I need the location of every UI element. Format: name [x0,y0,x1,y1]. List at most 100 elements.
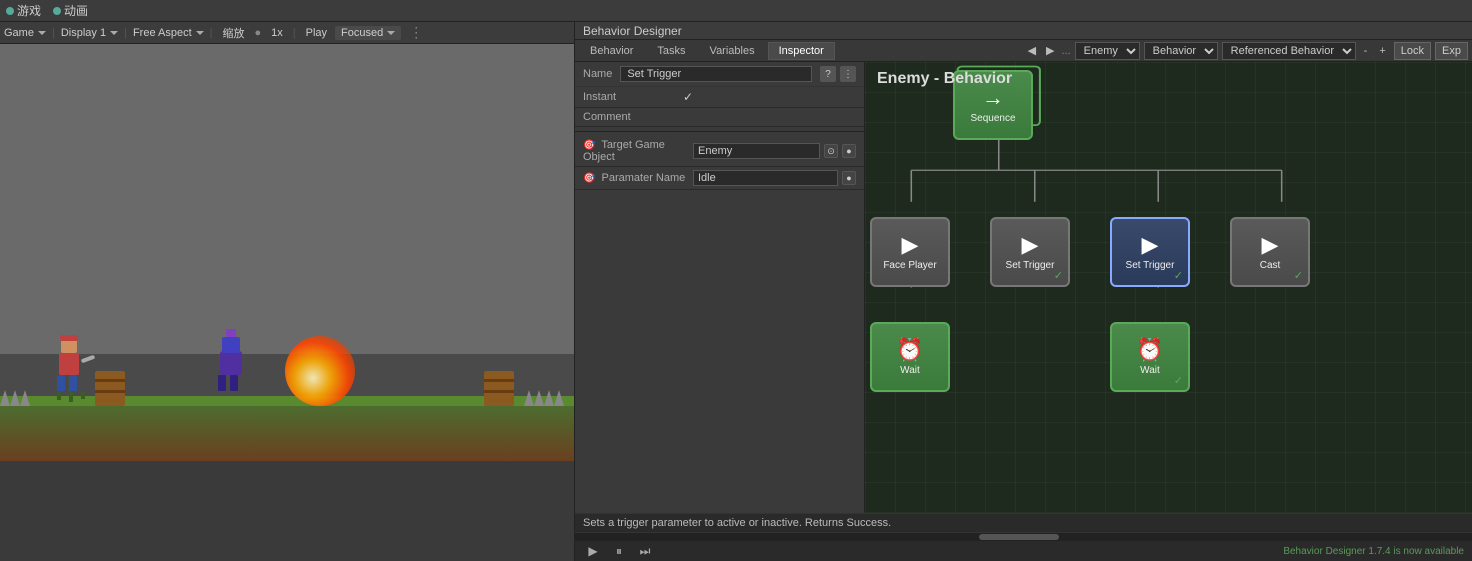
set-trigger-2-body: ▶ Set Trigger ✓ [1110,217,1190,287]
face-player-label: Face Player [883,260,936,271]
minus-btn[interactable]: - [1360,45,1372,57]
play-button[interactable]: ▶ [583,543,603,559]
set-trigger-2-icon: ▶ [1142,234,1159,256]
wait-1-icon: ⏰ [896,339,923,361]
sequence-icon: → [982,87,1004,109]
node-face-player[interactable]: ▶ Face Player [870,217,950,287]
param-value[interactable]: Idle [693,170,838,186]
graph-title: Enemy - Behavior [877,70,1012,88]
game-dropdown-arrow [38,31,46,35]
target-value[interactable]: Enemy [693,143,820,159]
tab-behavior[interactable]: Behavior [579,42,644,60]
lock-button[interactable]: Lock [1394,42,1431,60]
node-name-row: Name ? ⋮ [575,62,864,87]
aspect-arrow [196,31,204,35]
cast-body: ▶ Cast ✓ [1230,217,1310,287]
display-dropdown[interactable]: Display 1 [61,27,118,39]
more-options[interactable]: ⋮ [405,24,423,41]
graph-panel[interactable]: Enemy - Behavior [865,62,1472,513]
enemy-selector[interactable]: Enemy [1075,42,1140,60]
divider [575,131,864,132]
focused-dropdown[interactable]: Focused [335,26,401,40]
tab-inspector[interactable]: Inspector [768,42,835,60]
barricade-right [484,371,514,406]
status-bar: Sets a trigger parameter to active or in… [575,514,1472,533]
node-wait-1[interactable]: ⏰ Wait [870,322,950,392]
right-panel: Behavior Designer Behavior Tasks Variabl… [575,22,1472,561]
aspect-dropdown[interactable]: Free Aspect [133,27,204,39]
name-label: Name [583,68,612,80]
nav-prev[interactable]: ◀ [1025,44,1039,57]
cast-icon: ▶ [1262,234,1279,256]
set-trigger-2-check: ✓ [1174,269,1183,282]
param-more-icon[interactable]: ● [842,171,856,185]
focused-arrow [387,31,395,35]
bd-controls: ▶ ⏸ ⏭ Behavior Designer 1.7.4 is now ava… [575,541,1472,561]
bd-title: Behavior Designer [583,24,682,38]
wait-2-body: ⏰ Wait ✓ [1110,322,1190,392]
top-bar: 游戏 动画 [0,0,1472,22]
node-set-trigger-1[interactable]: ▶ Set Trigger ✓ [990,217,1070,287]
nav-next[interactable]: ▶ [1043,44,1057,57]
display-arrow [110,31,118,35]
play-label: Play [302,27,331,39]
comment-label: Comment [583,111,683,123]
ref-behavior-selector[interactable]: Referenced Behavior [1222,42,1356,60]
wait-2-icon: ⏰ [1136,339,1163,361]
scroll-thumb[interactable] [979,534,1059,540]
tab-variables[interactable]: Variables [699,42,766,60]
sequence-label: Sequence [970,113,1015,124]
target-reset-icon[interactable]: ⊙ [824,144,838,158]
plus-btn[interactable]: + [1375,45,1389,57]
scale-label: 缩放 [219,25,249,41]
anim-tab[interactable]: 动画 [53,2,88,19]
main-container: Game | Display 1 | Free Aspect | 缩放 ● 1x… [0,22,1472,561]
instant-row: Instant ✓ [575,87,864,108]
game-toolbar: Game | Display 1 | Free Aspect | 缩放 ● 1x… [0,22,574,44]
param-label: 🎯 Paramater Name [583,172,693,184]
bd-content: Name ? ⋮ Instant ✓ Comment [575,62,1472,513]
inspector-panel: Name ? ⋮ Instant ✓ Comment [575,62,865,513]
set-trigger-1-icon: ▶ [1022,234,1039,256]
face-player-icon: ▶ [902,234,919,256]
inspector-icons: ? ⋮ [820,66,856,82]
tab-tasks[interactable]: Tasks [646,42,696,60]
node-cast[interactable]: ▶ Cast ✓ [1230,217,1310,287]
set-trigger-1-check: ✓ [1054,269,1063,282]
set-trigger-1-label: Set Trigger [1006,260,1055,271]
wait-2-label: Wait [1140,365,1160,376]
pause-button[interactable]: ⏸ [609,543,629,559]
target-value-container: Enemy ⊙ ● [693,143,856,159]
name-input[interactable] [620,66,812,82]
game-panel: Game | Display 1 | Free Aspect | 缩放 ● 1x… [0,22,575,561]
scroll-bar[interactable] [575,533,1472,541]
target-row: 🎯 Target Game Object Enemy ⊙ ● [575,136,864,167]
face-player-body: ▶ Face Player [870,217,950,287]
scale-value: 1x [267,27,287,39]
cast-label: Cast [1260,260,1281,271]
wait-1-body: ⏰ Wait [870,322,950,392]
game-dropdown[interactable]: Game [4,27,46,39]
game-viewport [0,44,574,561]
instant-value: ✓ [683,90,693,104]
target-label: 🎯 Target Game Object [583,139,693,163]
game-tab[interactable]: 游戏 [6,2,41,19]
behavior-selector[interactable]: Behavior [1144,42,1218,60]
barricade-left [95,371,125,406]
wait-1-label: Wait [900,365,920,376]
step-button[interactable]: ⏭ [635,543,655,559]
node-set-trigger-2[interactable]: ▶ Set Trigger ✓ [1110,217,1190,287]
bd-bottom: Sets a trigger parameter to active or in… [575,513,1472,561]
set-trigger-1-body: ▶ Set Trigger ✓ [990,217,1070,287]
scene-sky [0,44,574,354]
exp-button[interactable]: Exp [1435,42,1468,60]
instant-label: Instant [583,91,683,103]
version-label: Behavior Designer 1.7.4 is now available [1283,546,1464,557]
settings-icon[interactable]: ⋮ [840,66,856,82]
comment-row: Comment [575,108,864,127]
spikes-left [0,390,30,406]
node-wait-2[interactable]: ⏰ Wait ✓ [1110,322,1190,392]
target-more-icon[interactable]: ● [842,144,856,158]
help-icon[interactable]: ? [820,66,836,82]
wait-2-check: ✓ [1174,374,1183,387]
